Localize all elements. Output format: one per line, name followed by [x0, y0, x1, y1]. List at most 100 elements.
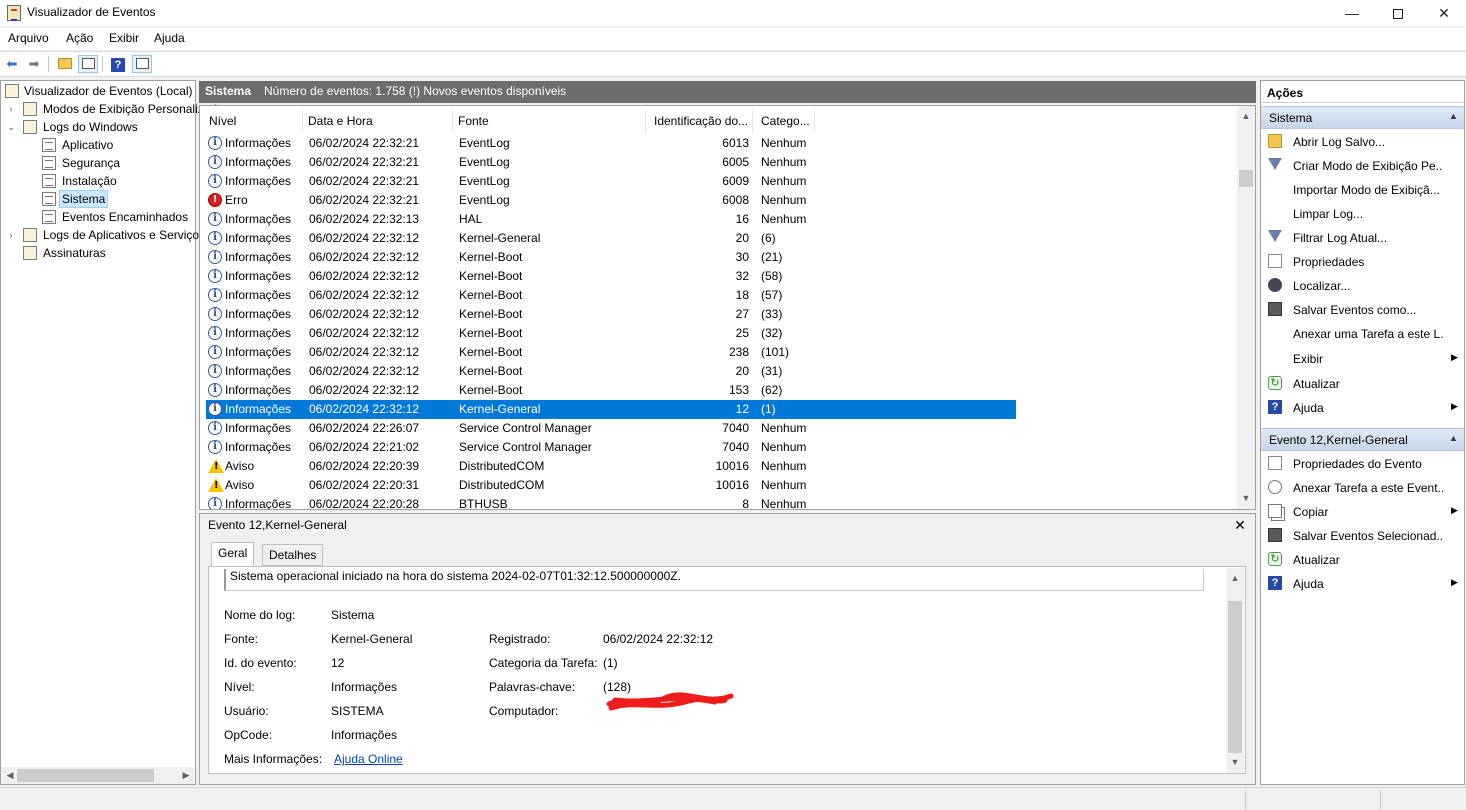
show-hide-actions-icon[interactable] [132, 55, 152, 73]
section-title: Sistema [1269, 111, 1313, 125]
show-hide-tree-icon[interactable] [78, 55, 98, 73]
actions-section-event[interactable]: Evento 12,Kernel-General ▲ [1261, 428, 1464, 451]
scroll-right-icon[interactable]: ▶ [177, 767, 195, 784]
column-header-source[interactable]: Fonte [454, 110, 646, 132]
action-item[interactable]: Anexar Tarefa a este Event... [1261, 476, 1464, 500]
online-help-link[interactable]: Ajuda Online [334, 752, 403, 766]
scrollbar-thumb[interactable] [17, 769, 154, 782]
action-item[interactable]: Exibir ▶ [1261, 347, 1464, 371]
scrollbar-thumb[interactable] [1239, 170, 1253, 187]
table-row[interactable]: i Informações 06/02/2024 22:32:12 Kernel-Bo… [206, 324, 1016, 343]
forward-arrow-icon[interactable]: ➡ [24, 55, 44, 73]
date-cell: 06/02/2024 22:32:12 [309, 402, 420, 416]
action-item[interactable]: Filtrar Log Atual... [1261, 226, 1464, 250]
action-item[interactable]: ↻ Atualizar [1261, 372, 1464, 396]
action-label: Exibir [1293, 352, 1324, 366]
table-row[interactable]: i Informações 06/02/2024 22:32:12 Kernel-Bo… [206, 305, 1016, 324]
detail-vertical-scrollbar[interactable]: ▲ ▼ [1226, 568, 1244, 773]
column-header-date[interactable]: Data e Hora [304, 110, 453, 132]
column-header-level[interactable]: Nível [205, 110, 303, 132]
action-item[interactable]: Propriedades do Evento [1261, 452, 1464, 476]
log-icon [42, 210, 56, 224]
date-cell: 06/02/2024 22:26:07 [309, 421, 420, 435]
action-label: Anexar Tarefa a este Event... [1293, 481, 1443, 495]
action-item[interactable]: ? Ajuda ▶ [1261, 572, 1464, 596]
back-arrow-icon[interactable]: ⬅ [2, 55, 22, 73]
scroll-down-icon[interactable]: ▼ [1226, 754, 1244, 771]
action-item[interactable]: Criar Modo de Exibição Pe... [1261, 154, 1464, 178]
column-header-category[interactable]: Catego... [757, 110, 815, 132]
actions-section-system[interactable]: Sistema ▲ [1261, 106, 1464, 129]
table-row[interactable]: i Informações 06/02/2024 22:32:21 EventLog 6… [206, 172, 1016, 191]
table-row[interactable]: i Informações 06/02/2024 22:32:12 Kernel-Ge… [206, 400, 1016, 419]
event-description-box[interactable]: Sistema operacional iniciado na hora do … [224, 569, 1204, 591]
scrollbar-thumb[interactable] [1228, 601, 1242, 753]
table-row[interactable]: Aviso 06/02/2024 22:20:31 DistributedCOM 10… [206, 476, 1016, 495]
level-cell: Informações [225, 307, 292, 321]
tree-horizontal-scrollbar[interactable]: ◀ ▶ [1, 767, 194, 784]
table-row[interactable]: i Informações 06/02/2024 22:32:12 Kernel-Bo… [206, 381, 1016, 400]
action-item[interactable]: Abrir Log Salvo... [1261, 130, 1464, 154]
minimize-button[interactable]: — [1329, 0, 1375, 26]
date-cell: 06/02/2024 22:32:21 [309, 193, 420, 207]
menu-arquivo[interactable]: Arquivo [8, 31, 49, 45]
action-item[interactable]: Salvar Eventos Selecionad... [1261, 524, 1464, 548]
action-item[interactable]: Importar Modo de Exibiçã... [1261, 178, 1464, 202]
log-icon [42, 156, 56, 170]
up-folder-icon[interactable] [55, 55, 75, 73]
action-item[interactable]: ↻ Atualizar [1261, 548, 1464, 572]
maximize-button[interactable] [1375, 0, 1421, 26]
collapse-arrow-icon[interactable]: ▲ [1449, 111, 1458, 121]
scroll-up-icon[interactable]: ▲ [1237, 108, 1255, 125]
action-item[interactable]: Localizar... [1261, 274, 1464, 298]
table-row[interactable]: i Informações 06/02/2024 22:26:07 Service C… [206, 419, 1016, 438]
menu-acao[interactable]: Ação [66, 31, 93, 45]
log-name-label: Nome do log: [224, 608, 296, 622]
tab-detalhes[interactable]: Detalhes [262, 544, 324, 566]
action-label: Salvar Eventos como... [1293, 303, 1417, 317]
column-header-event-id[interactable]: Identificação do... [650, 110, 753, 132]
close-icon[interactable]: ✕ [1231, 516, 1249, 534]
table-row[interactable]: i Informações 06/02/2024 22:32:12 Kernel-Bo… [206, 286, 1016, 305]
action-label: Copiar [1293, 505, 1329, 519]
action-item[interactable]: Limpar Log... [1261, 202, 1464, 226]
table-row[interactable]: i Informações 06/02/2024 22:32:12 Kernel-Ge… [206, 229, 1016, 248]
action-item[interactable]: ? Ajuda ▶ [1261, 396, 1464, 420]
table-row[interactable]: i Informações 06/02/2024 22:32:13 HAL 16 Nenh… [206, 210, 1016, 229]
tab-geral[interactable]: Geral [211, 542, 255, 567]
table-row[interactable]: Aviso 06/02/2024 22:20:39 DistributedCOM 10… [206, 457, 1016, 476]
table-row[interactable]: i Informações 06/02/2024 22:20:28 BTHUSB 8 Ne… [206, 495, 1016, 509]
tree-item-label: Visualizador de Eventos (Local) [24, 84, 193, 98]
action-item[interactable]: Propriedades [1261, 250, 1464, 274]
level-cell: Informações [225, 136, 292, 150]
level-cell: Erro [225, 193, 248, 207]
events-vertical-scrollbar[interactable]: ▲ ▼ [1237, 106, 1255, 509]
table-row[interactable]: i Informações 06/02/2024 22:32:12 Kernel-Bo… [206, 343, 1016, 362]
action-item[interactable]: Anexar uma Tarefa a este L... [1261, 322, 1464, 346]
scroll-up-icon[interactable]: ▲ [1226, 570, 1244, 587]
close-button[interactable]: ✕ [1421, 0, 1466, 26]
collapse-chevron-icon[interactable]: ⌄ [6, 118, 16, 136]
action-item[interactable]: Salvar Eventos como... [1261, 298, 1464, 322]
event-count-notice[interactable]: Número de eventos: 1.758 (!) Novos event… [264, 84, 566, 98]
more-info-label: Mais Informações: [224, 752, 323, 766]
table-row[interactable]: i Informações 06/02/2024 22:32:21 EventLog 6… [206, 153, 1016, 172]
table-row[interactable]: i Informações 06/02/2024 22:32:12 Kernel-Bo… [206, 248, 1016, 267]
scroll-down-icon[interactable]: ▼ [1237, 490, 1255, 507]
expand-chevron-icon[interactable]: › [6, 100, 16, 118]
action-item[interactable]: Copiar ▶ [1261, 500, 1464, 524]
table-row[interactable]: i Informações 06/02/2024 22:32:21 EventLog 6… [206, 134, 1016, 153]
event-id-cell: 6013 [722, 136, 749, 150]
info-icon: i [208, 421, 222, 435]
table-row[interactable]: i Informações 06/02/2024 22:32:12 Kernel-Bo… [206, 362, 1016, 381]
table-row[interactable]: ! Erro 06/02/2024 22:32:21 EventLog 6008 Nenh… [206, 191, 1016, 210]
action-label: Limpar Log... [1293, 207, 1364, 221]
menu-exibir[interactable]: Exibir [109, 31, 139, 45]
expand-chevron-icon[interactable]: › [6, 226, 16, 244]
help-icon[interactable]: ? [108, 55, 128, 73]
menu-ajuda[interactable]: Ajuda [154, 31, 185, 45]
table-row[interactable]: i Informações 06/02/2024 22:21:02 Service C… [206, 438, 1016, 457]
table-row[interactable]: i Informações 06/02/2024 22:32:12 Kernel-Bo… [206, 267, 1016, 286]
event-id-cell: 6005 [722, 155, 749, 169]
collapse-arrow-icon[interactable]: ▲ [1449, 433, 1458, 443]
